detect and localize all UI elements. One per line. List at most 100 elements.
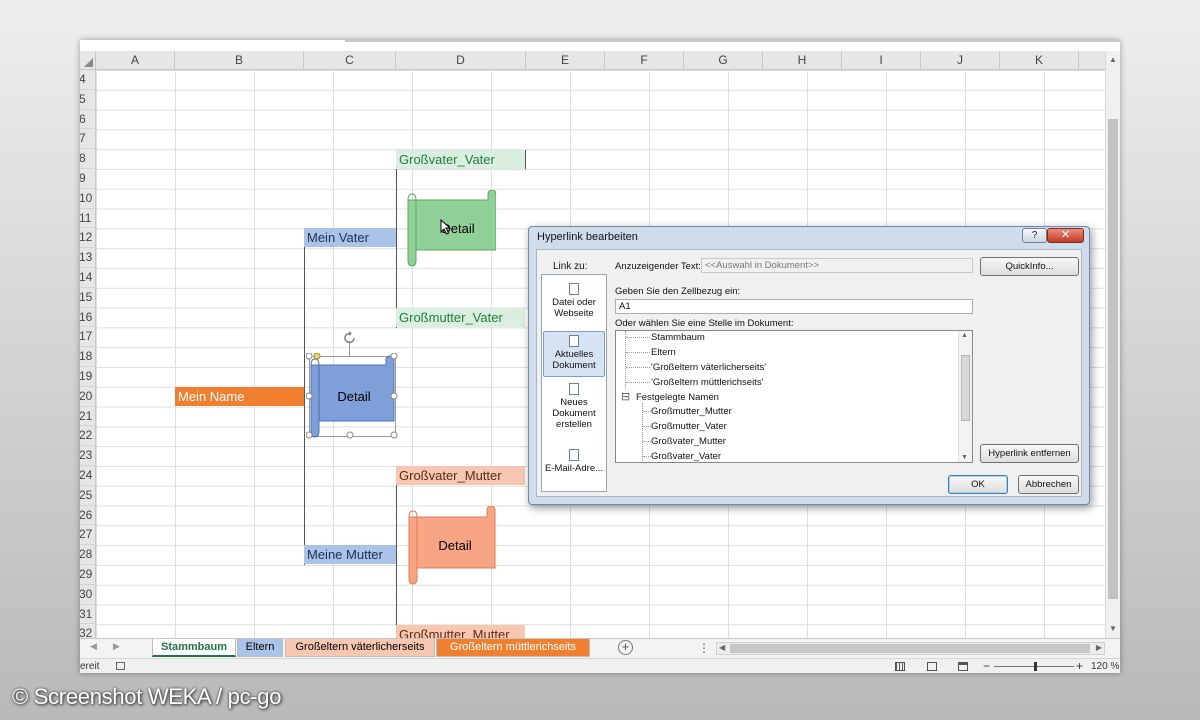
resize-handle[interactable] [306, 392, 313, 400]
link-option-email[interactable]: E-Mail-Adre... [543, 449, 605, 479]
column-header-j[interactable]: J [921, 51, 1000, 70]
select-all-corner[interactable] [80, 51, 96, 70]
tree-scrollbar[interactable]: ▲ ▼ [958, 331, 972, 462]
tab-next-icon[interactable]: ▶ [113, 641, 120, 652]
link-option-current-document[interactable]: Aktuelles Dokument [543, 331, 605, 377]
help-icon[interactable]: ? [1022, 228, 1047, 243]
display-text-field[interactable]: <<Auswahl in Dokument>> [701, 258, 973, 273]
macro-record-icon[interactable] [116, 662, 125, 670]
row-header-5[interactable]: 5 [80, 90, 96, 110]
row-header-32[interactable]: 32 [80, 624, 96, 638]
page-layout-icon[interactable] [927, 662, 937, 671]
row-header-12[interactable]: 12 [80, 228, 96, 249]
tab-stammbaum[interactable]: Stammbaum [152, 639, 236, 657]
tree-item-grossmutter-vater[interactable]: Großmutter_Vater [651, 420, 727, 434]
cell-meine-mutter[interactable]: Meine Mutter [304, 545, 396, 564]
row-header-25[interactable]: 25 [80, 486, 96, 506]
zoom-level[interactable]: 120 % [1091, 659, 1119, 673]
zoom-out-icon[interactable]: − [983, 659, 990, 673]
document-location-tree[interactable]: Stammbaum Eltern 'Großeltern väterlicher… [615, 330, 973, 463]
row-header-4[interactable]: 4 [80, 70, 96, 90]
row-header-28[interactable]: 28 [80, 545, 96, 565]
resize-handle[interactable] [306, 431, 313, 439]
zoom-slider-thumb[interactable] [1034, 662, 1037, 671]
cell-grossvater-mutter[interactable]: Großvater_Mutter [396, 466, 525, 485]
column-header-h[interactable]: H [763, 51, 842, 70]
adjust-handle[interactable] [313, 353, 321, 360]
cell-reference-input[interactable]: A1 [615, 299, 973, 314]
more-tabs-icon[interactable]: ⋮ [698, 641, 710, 655]
resize-handle[interactable] [390, 431, 398, 439]
cell-grossvater-vater[interactable]: Großvater_Vater [396, 150, 525, 169]
column-header-f[interactable]: F [605, 51, 684, 70]
blue-scroll-shape[interactable]: Detail [306, 353, 398, 439]
column-header-e[interactable]: E [526, 51, 605, 70]
row-header-24[interactable]: 24 [80, 466, 96, 486]
rotate-handle-icon[interactable] [342, 330, 358, 346]
close-icon[interactable]: ✕ [1047, 228, 1084, 243]
tab-grosseltern-muettlerichseits[interactable]: Großeltern müttlerichseits [436, 639, 590, 657]
tree-item-grosseltern-vaeterlicherseits[interactable]: 'Großeltern väterlicherseits' [651, 361, 766, 375]
zoom-in-icon[interactable]: + [1076, 659, 1083, 673]
row-header-10[interactable]: 10 [80, 189, 96, 209]
remove-hyperlink-button[interactable]: Hyperlink entfernen [980, 444, 1079, 463]
row-header-22[interactable]: 22 [80, 426, 96, 447]
row-header-29[interactable]: 29 [80, 565, 96, 585]
quickinfo-button[interactable]: QuickInfo... [980, 257, 1079, 276]
column-header-c[interactable]: C [304, 51, 396, 70]
vertical-scroll-thumb[interactable] [1108, 119, 1118, 599]
column-header-g[interactable]: G [684, 51, 763, 70]
row-header-20[interactable]: 20 [80, 387, 96, 407]
normal-view-icon[interactable] [895, 662, 905, 671]
row-header-26[interactable]: 26 [80, 506, 96, 526]
row-header-8[interactable]: 8 [80, 149, 96, 169]
tree-item-festgelegte-namen[interactable]: Festgelegte Namen [636, 391, 719, 405]
row-header-27[interactable]: 27 [80, 525, 96, 546]
resize-handle[interactable] [306, 353, 313, 360]
page-break-icon[interactable] [958, 662, 968, 671]
tree-item-grosseltern-muettlerichseits[interactable]: 'Großeltern müttlerichseits' [651, 376, 763, 390]
add-sheet-icon[interactable]: + [618, 640, 633, 655]
tree-item-stammbaum[interactable]: Stammbaum [651, 331, 705, 345]
tree-item-grossmutter-mutter[interactable]: Großmutter_Mutter [651, 405, 732, 419]
row-header-21[interactable]: 21 [80, 407, 96, 427]
horizontal-scrollbar[interactable]: ◀ ▶ [716, 642, 1105, 655]
column-header-a[interactable]: A [96, 51, 175, 70]
tree-item-grossvater-vater[interactable]: Großvater_Vater [651, 450, 721, 462]
scroll-up-icon[interactable]: ▲ [961, 332, 968, 339]
row-header-16[interactable]: 16 [80, 308, 96, 328]
row-header-11[interactable]: 11 [80, 209, 96, 229]
scroll-down-icon[interactable]: ▼ [961, 454, 968, 461]
vertical-scrollbar[interactable]: ▲ ▼ [1105, 51, 1120, 638]
row-header-30[interactable]: 30 [80, 585, 96, 605]
tree-scroll-thumb[interactable] [961, 355, 970, 421]
column-header-i[interactable]: I [842, 51, 921, 70]
cell-grossmutter-vater[interactable]: Großmutter_Vater [396, 308, 525, 327]
row-header-9[interactable]: 9 [80, 169, 96, 189]
tab-eltern[interactable]: Eltern [237, 639, 283, 657]
resize-handle[interactable] [390, 392, 398, 400]
row-header-19[interactable]: 19 [80, 367, 96, 387]
column-header-k[interactable]: K [1000, 51, 1079, 70]
row-header-14[interactable]: 14 [80, 268, 96, 288]
row-header-6[interactable]: 6 [80, 110, 96, 130]
scroll-right-icon[interactable]: ▶ [1096, 642, 1102, 654]
scroll-up-icon[interactable]: ▲ [1106, 53, 1120, 67]
row-header-23[interactable]: 23 [80, 446, 96, 466]
scroll-down-icon[interactable]: ▼ [1106, 622, 1120, 636]
row-header-15[interactable]: 15 [80, 288, 96, 308]
cell-mein-name[interactable]: Mein Name [175, 387, 304, 406]
tree-item-grossvater-mutter[interactable]: Großvater_Mutter [651, 435, 726, 449]
row-header-31[interactable]: 31 [80, 605, 96, 625]
cancel-button[interactable]: Abbrechen [1018, 475, 1079, 494]
tab-grosseltern-vaeterlicherseits[interactable]: Großeltern väterlicherseits [285, 639, 435, 657]
cell-grossmutter-mutter[interactable]: Großmutter_Mutter [396, 625, 525, 638]
tab-prev-icon[interactable]: ◀ [90, 641, 97, 652]
row-header-7[interactable]: 7 [80, 129, 96, 150]
row-header-18[interactable]: 18 [80, 347, 96, 367]
column-header-b[interactable]: B [175, 51, 304, 70]
collapse-icon[interactable]: ⊟ [621, 390, 630, 404]
ok-button[interactable]: OK [948, 475, 1008, 494]
row-header-17[interactable]: 17 [80, 327, 96, 348]
link-option-file-webpage[interactable]: Datei oder Webseite [543, 283, 605, 327]
